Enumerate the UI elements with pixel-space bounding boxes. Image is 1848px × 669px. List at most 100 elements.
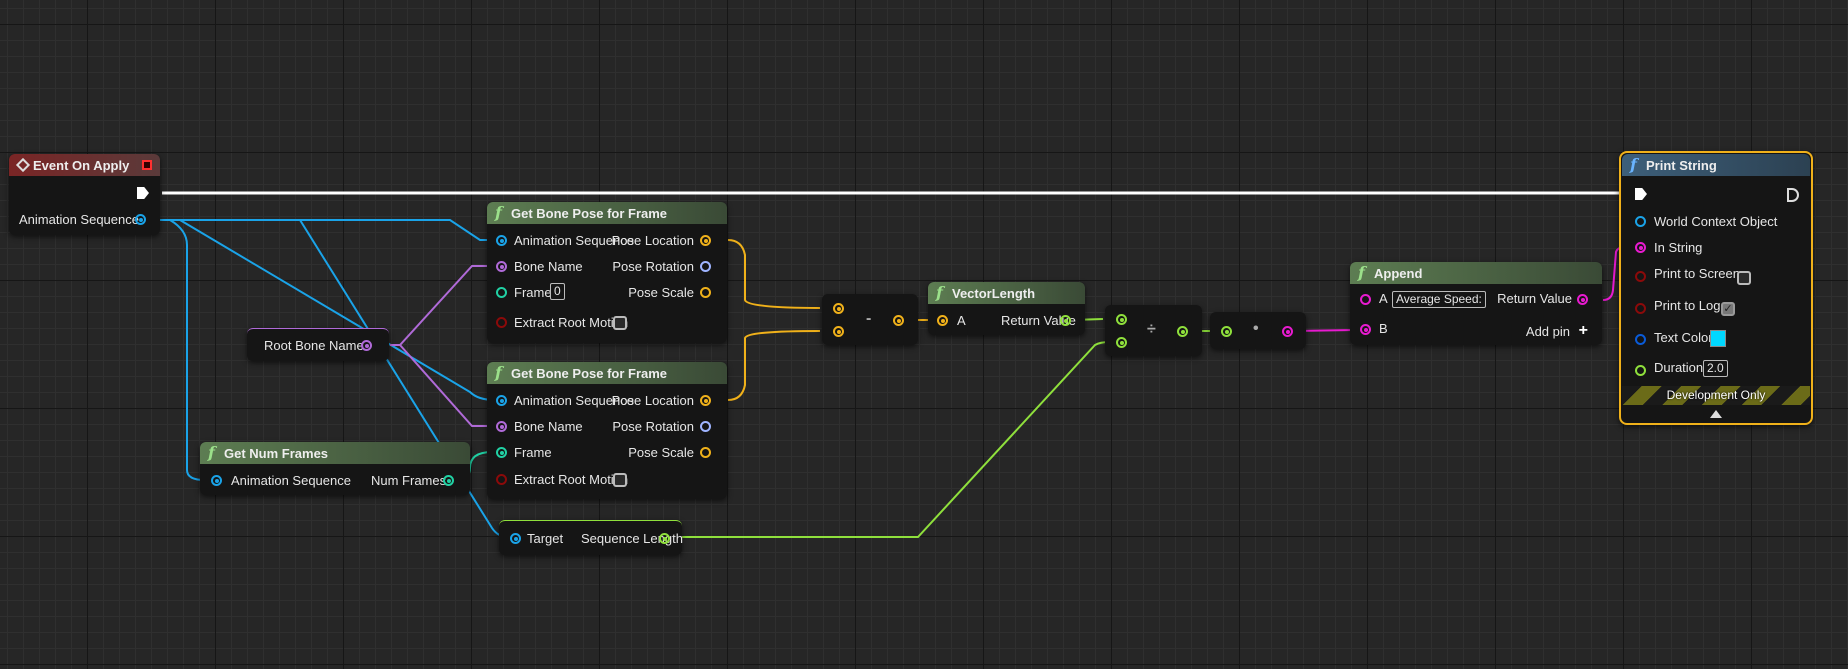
pin-label: Target [527,531,564,546]
extract-root-motion-pin[interactable] [496,317,507,328]
extract-root-motion-pin[interactable] [496,474,507,485]
print-to-screen-pin[interactable] [1635,271,1646,282]
pin-label: Bone Name [514,259,583,274]
pose-rotation-pin[interactable] [700,421,711,432]
function-icon: f [495,363,502,382]
animation-sequence-pin[interactable] [135,214,146,225]
text-color-swatch[interactable] [1710,330,1726,347]
variable-label: Root Bone Name [264,338,364,353]
pin-label: In String [1654,240,1703,255]
text-color-pin[interactable] [1635,334,1646,345]
development-only-banner: Development Only [1622,386,1810,405]
node-title: Get Bone Pose for Frame [511,206,668,221]
pose-scale-pin[interactable] [700,447,711,458]
divide-node[interactable]: ÷ [1105,305,1202,356]
animation-sequence-pin[interactable] [211,475,222,486]
wire-anim-to-pose2 [179,219,496,401]
pin-label: A [957,313,966,328]
function-icon: f [1630,155,1637,174]
append-node[interactable]: f Append A Average Speed: B Return Value … [1350,262,1602,345]
pin-label: Bone Name [514,419,583,434]
wire-loc2-to-sub [727,330,821,401]
frame-input[interactable]: 0 [550,283,565,300]
function-icon: f [208,443,215,462]
input-a-pin[interactable] [833,303,844,314]
input-pin[interactable] [1221,326,1232,337]
pose-rotation-pin[interactable] [700,261,711,272]
get-bone-pose-node-2[interactable]: f Get Bone Pose for Frame Animation Seque… [487,362,727,499]
pin-label: Frame [514,445,552,460]
input-a-pin[interactable] [1116,314,1127,325]
frame-pin[interactable] [496,447,507,458]
output-pin[interactable] [1177,326,1188,337]
extract-root-motion-checkbox[interactable] [613,316,627,330]
input-a-pin[interactable] [937,315,948,326]
duration-input[interactable]: 2.0 [1703,360,1728,377]
pin-label: Print to Log [1654,298,1721,313]
pose-scale-pin[interactable] [700,287,711,298]
pin-label: Pose Rotation [612,259,694,274]
convert-dot-icon: • [1253,320,1259,337]
output-pin[interactable] [893,315,904,326]
sequence-length-node[interactable]: Target Sequence Length [499,520,683,555]
extract-root-motion-checkbox[interactable] [613,473,627,487]
pin-label: Duration [1654,360,1704,375]
exec-out-pin[interactable] [137,187,149,199]
event-on-apply-node[interactable]: Event On Apply Animation Sequence [9,154,160,235]
print-to-log-pin[interactable] [1635,303,1646,314]
frame-pin[interactable] [496,287,507,298]
pin-label: Pose Location [611,393,694,408]
pin-label: Pose Scale [628,445,694,460]
a-string-input[interactable]: Average Speed: [1392,291,1486,308]
collapse-arrow-icon[interactable] [1710,410,1722,418]
in-string-pin[interactable] [1635,242,1646,253]
output-pin[interactable] [1282,326,1293,337]
plus-icon[interactable]: + [1579,322,1588,340]
input-a-pin[interactable] [1360,294,1371,305]
pin-label: World Context Object [1654,214,1778,229]
delegate-pin-icon[interactable] [142,160,152,170]
pin-label: Pose Scale [628,285,694,300]
animation-sequence-pin[interactable] [496,235,507,246]
input-b-pin[interactable] [1360,324,1371,335]
pin-label: Frame [514,285,552,300]
duration-pin[interactable] [1635,365,1646,376]
sequence-length-pin[interactable] [659,533,670,544]
get-num-frames-node[interactable]: f Get Num Frames Animation Sequence Num F… [200,442,470,495]
subtract-node[interactable]: - [822,294,918,345]
print-string-node[interactable]: f Print String World Context Object In St… [1619,151,1813,425]
pin-label: Extract Root Motion [514,472,629,487]
bone-name-pin[interactable] [496,261,507,272]
print-to-log-checkbox[interactable]: ✓ [1721,302,1735,316]
pin-label: B [1379,321,1388,336]
pin-label: Extract Root Motion [514,315,629,330]
pose-location-pin[interactable] [700,395,711,406]
node-header: f VectorLength [928,282,1085,304]
add-pin-button[interactable]: Add pin [1526,324,1570,339]
function-icon: f [1358,263,1365,282]
input-b-pin[interactable] [833,326,844,337]
pin-label: A [1379,291,1388,306]
pin-label: Animation Sequence [231,473,351,488]
target-pin[interactable] [510,533,521,544]
root-bone-name-pin[interactable] [361,340,372,351]
return-value-pin[interactable] [1577,294,1588,305]
num-frames-pin[interactable] [443,475,454,486]
vector-length-node[interactable]: f VectorLength A Return Value [928,282,1085,335]
return-value-pin[interactable] [1060,315,1071,326]
float-to-string-node[interactable]: • [1210,312,1306,349]
world-context-pin[interactable] [1635,216,1646,227]
print-to-screen-checkbox[interactable] [1737,271,1751,285]
pin-label: Pose Location [611,233,694,248]
root-bone-name-node[interactable]: Root Bone Name [247,328,389,361]
pose-location-pin[interactable] [700,235,711,246]
subtract-operator: - [866,310,872,327]
exec-in-pin[interactable] [1635,188,1647,200]
function-icon: f [936,283,943,302]
wire-loc1-to-sub [727,239,821,309]
input-b-pin[interactable] [1116,337,1127,348]
get-bone-pose-node-1[interactable]: f Get Bone Pose for Frame Animation Seque… [487,202,727,343]
animation-sequence-pin[interactable] [496,395,507,406]
exec-out-pin[interactable] [1787,188,1799,202]
bone-name-pin[interactable] [496,421,507,432]
